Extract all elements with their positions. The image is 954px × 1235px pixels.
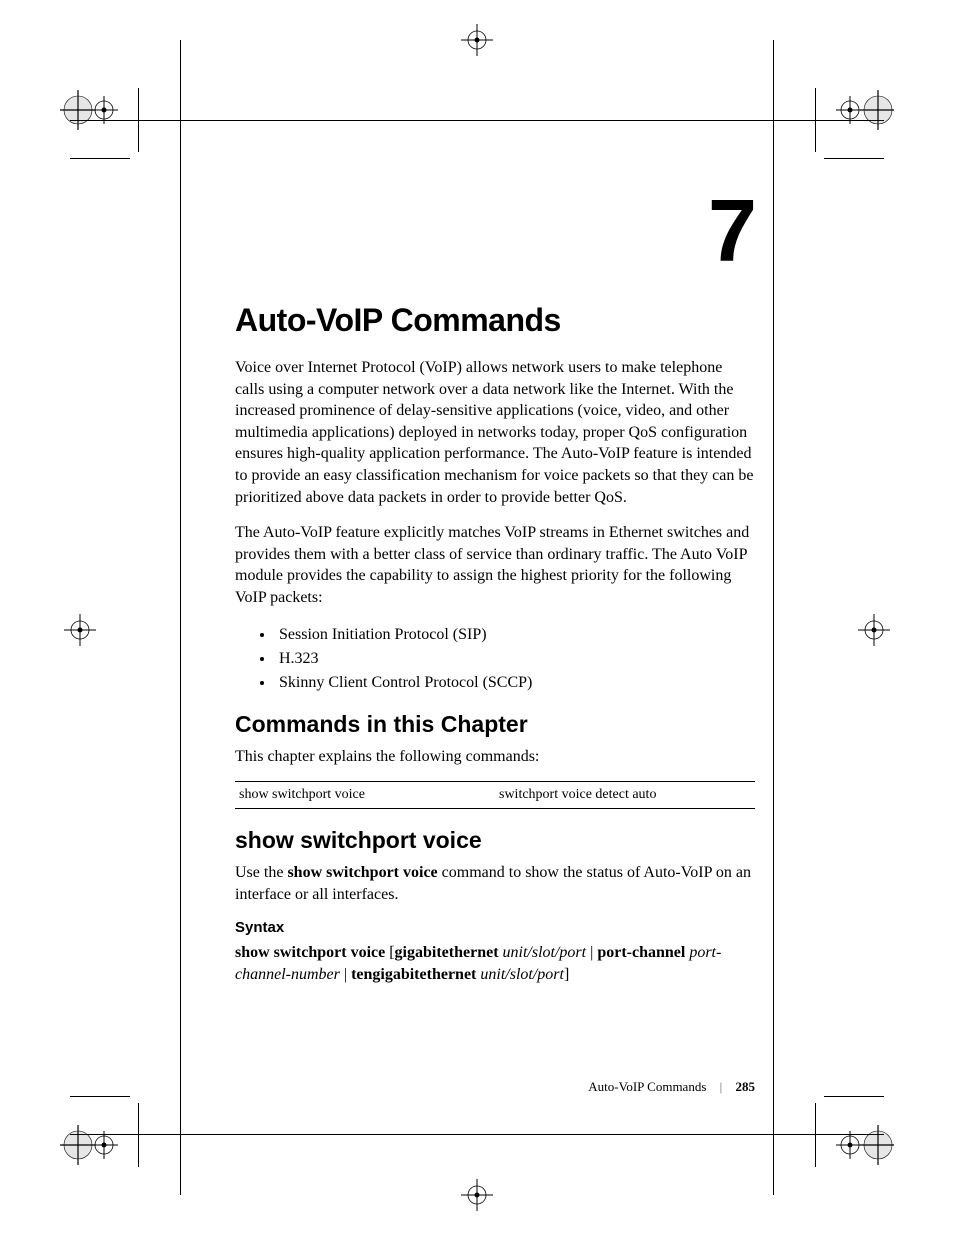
- registration-mark-icon: [447, 20, 507, 60]
- text: |: [340, 966, 351, 983]
- registration-mark-icon: [834, 1115, 894, 1175]
- table-cell: show switchport voice: [235, 782, 495, 808]
- text: ]: [564, 966, 569, 983]
- crop-line: [824, 1096, 884, 1097]
- footer-section-label: Auto-VoIP Commands: [588, 1079, 706, 1094]
- commands-in-chapter-lead: This chapter explains the following comm…: [235, 746, 755, 768]
- list-item: H.323: [275, 647, 755, 671]
- protocol-list: Session Initiation Protocol (SIP) H.323 …: [235, 623, 755, 695]
- syntax-keyword: tengigabitethernet: [351, 966, 476, 983]
- crop-line: [70, 158, 130, 159]
- syntax-line: show switchport voice [gigabitethernet u…: [235, 942, 755, 985]
- crop-line: [815, 1103, 816, 1167]
- syntax-keyword: gigabitethernet: [395, 944, 499, 961]
- text: [: [385, 944, 394, 961]
- registration-mark-icon: [834, 80, 894, 140]
- registration-mark-icon: [60, 610, 100, 650]
- crop-line: [815, 88, 816, 152]
- crop-line: [138, 1103, 139, 1167]
- chapter-title: Auto-VoIP Commands: [235, 302, 755, 339]
- command-name-bold: show switchport voice: [287, 864, 437, 881]
- crop-line: [70, 1134, 884, 1135]
- crop-line: [138, 88, 139, 152]
- commands-table: show switchport voice switchport voice d…: [235, 781, 755, 809]
- syntax-arg: unit/slot/port: [503, 944, 587, 961]
- syntax-arg: unit/slot/port: [480, 966, 564, 983]
- footer-separator: |: [720, 1079, 723, 1094]
- crop-line: [70, 1096, 130, 1097]
- show-switchport-voice-desc: Use the show switchport voice command to…: [235, 862, 755, 905]
- list-item: Session Initiation Protocol (SIP): [275, 623, 755, 647]
- crop-line: [180, 40, 181, 1195]
- page-footer: Auto-VoIP Commands | 285: [235, 1079, 755, 1095]
- commands-in-chapter-heading: Commands in this Chapter: [235, 711, 755, 738]
- registration-mark-icon: [854, 610, 894, 650]
- intro-paragraph-1: Voice over Internet Protocol (VoIP) allo…: [235, 357, 755, 508]
- show-switchport-voice-heading: show switchport voice: [235, 827, 755, 854]
- text: Use the: [235, 864, 287, 881]
- page-container: 7 Auto-VoIP Commands Voice over Internet…: [0, 0, 954, 1235]
- syntax-keyword: port-channel: [597, 944, 685, 961]
- content-area: 7 Auto-VoIP Commands Voice over Internet…: [235, 180, 755, 998]
- registration-mark-icon: [60, 80, 120, 140]
- syntax-heading: Syntax: [235, 919, 755, 936]
- intro-paragraph-2: The Auto-VoIP feature explicitly matches…: [235, 522, 755, 608]
- chapter-number: 7: [235, 180, 755, 282]
- crop-line: [824, 158, 884, 159]
- footer-page-number: 285: [736, 1079, 756, 1094]
- list-item: Skinny Client Control Protocol (SCCP): [275, 671, 755, 695]
- table-cell: switchport voice detect auto: [495, 782, 755, 808]
- crop-line: [773, 40, 774, 1195]
- registration-mark-icon: [447, 1175, 507, 1215]
- registration-mark-icon: [60, 1115, 120, 1175]
- text: |: [586, 944, 597, 961]
- crop-line: [70, 120, 884, 121]
- syntax-command: show switchport voice: [235, 944, 385, 961]
